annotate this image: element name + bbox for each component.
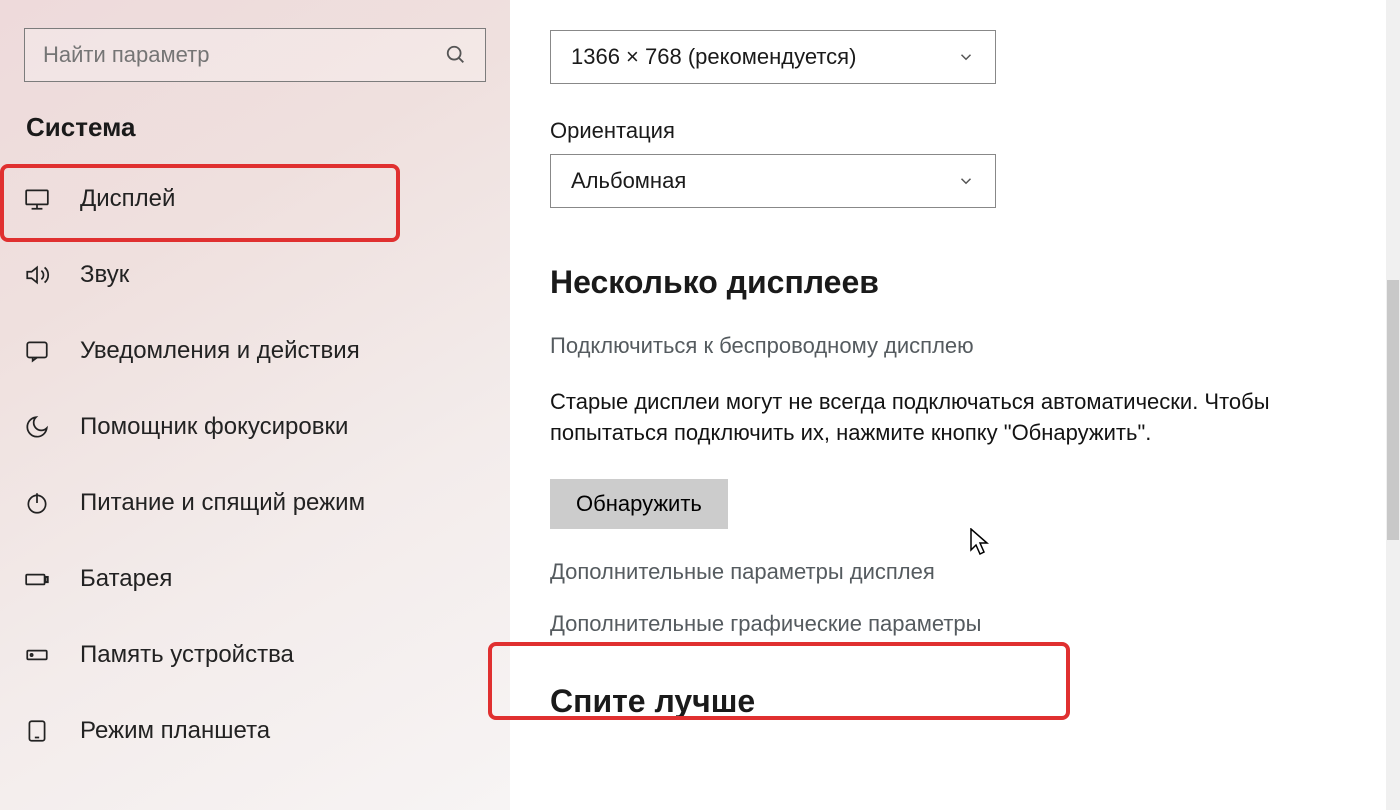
connect-wireless-link[interactable]: Подключиться к беспроводному дисплею — [550, 333, 1400, 359]
sidebar-item-storage[interactable]: Память устройства — [0, 617, 510, 693]
chevron-down-icon — [957, 48, 975, 66]
detect-paragraph: Старые дисплеи могут не всегда подключат… — [550, 387, 1350, 449]
search-box[interactable] — [24, 28, 486, 82]
resolution-select[interactable]: 1366 × 768 (рекомендуется) — [550, 30, 996, 84]
advanced-graphics-link[interactable]: Дополнительные графические параметры — [550, 611, 1400, 637]
search-input[interactable] — [43, 42, 445, 68]
sidebar-item-label: Питание и спящий режим — [80, 489, 365, 517]
sidebar-item-focus[interactable]: Помощник фокусировки — [0, 389, 510, 465]
vertical-scrollbar[interactable] — [1386, 0, 1400, 810]
sidebar-item-label: Память устройства — [80, 641, 294, 669]
scrollbar-thumb[interactable] — [1387, 280, 1399, 540]
sleep-better-heading: Спите лучше — [550, 683, 1400, 720]
settings-main: 1366 × 768 (рекомендуется) Ориентация Ал… — [510, 0, 1400, 810]
sidebar-item-label: Дисплей — [80, 185, 175, 213]
power-icon — [24, 490, 50, 516]
sidebar-item-power[interactable]: Питание и спящий режим — [0, 465, 510, 541]
sidebar-item-notifications[interactable]: Уведомления и действия — [0, 313, 510, 389]
orientation-label: Ориентация — [550, 118, 1400, 144]
sidebar-item-sound[interactable]: Звук — [0, 237, 510, 313]
cursor-icon — [970, 528, 990, 556]
sidebar-item-display[interactable]: Дисплей — [0, 161, 510, 237]
sidebar-item-label: Помощник фокусировки — [80, 413, 348, 441]
sidebar-item-label: Уведомления и действия — [80, 337, 360, 365]
orientation-value: Альбомная — [571, 168, 686, 194]
category-title: Система — [0, 112, 510, 161]
sound-icon — [24, 262, 50, 288]
chevron-down-icon — [957, 172, 975, 190]
sidebar-item-battery[interactable]: Батарея — [0, 541, 510, 617]
moon-icon — [24, 414, 50, 440]
monitor-icon — [24, 186, 50, 212]
orientation-select[interactable]: Альбомная — [550, 154, 996, 208]
tablet-icon — [24, 718, 50, 744]
search-icon — [445, 44, 467, 66]
battery-icon — [24, 566, 50, 592]
settings-sidebar: Система Дисплей Звук Уведомления и дейст… — [0, 0, 510, 810]
resolution-value: 1366 × 768 (рекомендуется) — [571, 44, 856, 70]
sidebar-item-label: Режим планшета — [80, 717, 270, 745]
notification-icon — [24, 338, 50, 364]
sidebar-item-label: Батарея — [80, 565, 172, 593]
advanced-display-link[interactable]: Дополнительные параметры дисплея — [550, 559, 1400, 585]
multiple-displays-heading: Несколько дисплеев — [550, 264, 1400, 301]
sidebar-item-tablet[interactable]: Режим планшета — [0, 693, 510, 769]
detect-button[interactable]: Обнаружить — [550, 479, 728, 529]
sidebar-item-label: Звук — [80, 261, 129, 289]
storage-icon — [24, 642, 50, 668]
